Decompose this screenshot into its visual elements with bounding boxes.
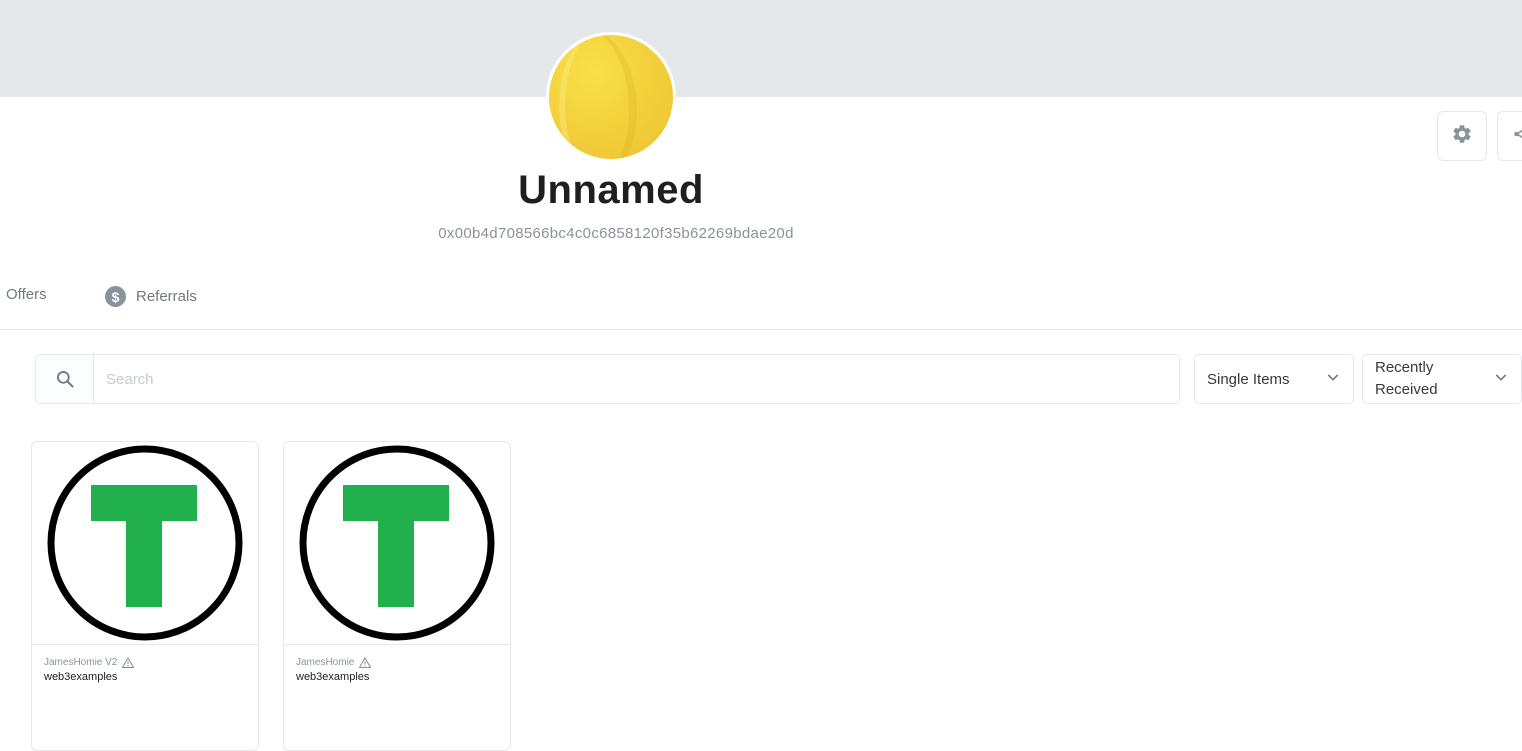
wallet-address[interactable]: 0x00b4d708566bc4c0c6858120f35b62269bdae2…: [0, 225, 1232, 242]
item-type-dropdown[interactable]: Single Items: [1194, 354, 1354, 404]
sort-dropdown[interactable]: Recently Received: [1362, 354, 1522, 404]
collection-name[interactable]: JamesHomie: [296, 657, 354, 668]
dropdown-selected: Single Items: [1207, 370, 1290, 388]
profile-name: Unnamed: [518, 168, 704, 212]
dropdown-selected: Recently Received: [1375, 359, 1438, 398]
profile-avatar[interactable]: [546, 32, 676, 162]
dollar-icon: $: [105, 286, 126, 307]
collection-name[interactable]: JamesHomie V2: [44, 657, 117, 668]
tab-referrals[interactable]: $ Referrals: [105, 286, 197, 307]
gear-icon: [1451, 123, 1473, 150]
warning-icon: [122, 657, 135, 668]
share-button[interactable]: [1497, 111, 1522, 161]
asset-name: web3examples: [296, 671, 370, 683]
settings-button[interactable]: [1437, 111, 1487, 161]
asset-image: [32, 442, 258, 645]
asset-card[interactable]: JamesHomie V2 web3examples: [31, 441, 259, 751]
asset-image: [284, 442, 510, 645]
chevron-down-icon: [1325, 369, 1341, 389]
tab-offers[interactable]: Offers: [6, 286, 47, 303]
t-logo-icon: [299, 445, 495, 641]
profile-banner: [0, 0, 1522, 97]
profile-tabs: Offers $ Referrals: [0, 276, 1522, 330]
search-input[interactable]: [94, 355, 1179, 403]
search-icon[interactable]: [36, 355, 94, 403]
tab-label: Offers: [6, 286, 47, 303]
tab-label: Referrals: [136, 288, 197, 305]
search-bar: [35, 354, 1180, 404]
chevron-down-icon: [1493, 369, 1509, 389]
warning-icon: [359, 657, 372, 668]
asset-name: web3examples: [44, 671, 118, 683]
asset-card[interactable]: JamesHomie web3examples: [283, 441, 511, 751]
share-icon: [1511, 123, 1522, 150]
t-logo-icon: [47, 445, 243, 641]
